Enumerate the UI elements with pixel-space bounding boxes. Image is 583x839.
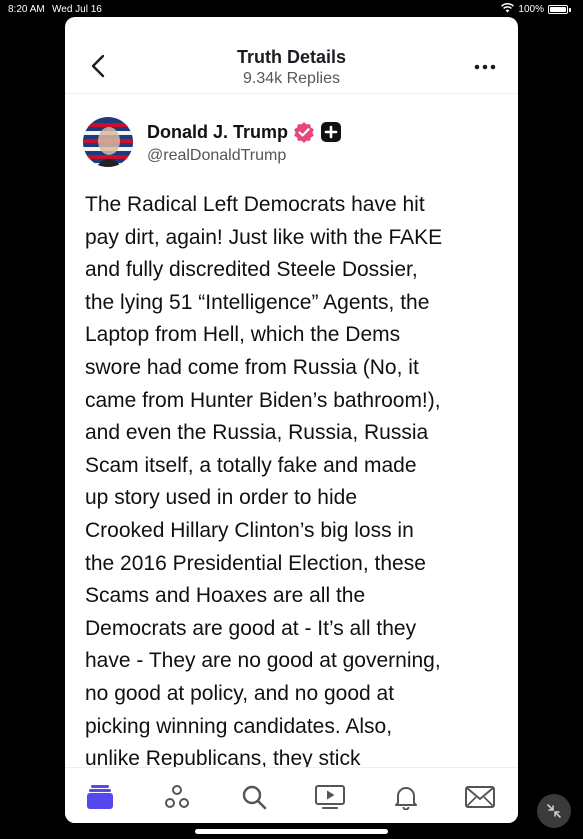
- notifications-icon: [395, 787, 417, 810]
- post-line: and even the Russia, Russia, Russia: [85, 421, 429, 445]
- header-divider: [65, 93, 518, 94]
- bottom-tab-bar: [65, 767, 518, 823]
- plus-badge-icon: [321, 122, 342, 142]
- battery-icon: [548, 5, 568, 14]
- post-line: Laptop from Hell, which the Dems: [85, 323, 401, 347]
- battery-tip: [569, 7, 571, 12]
- page-title: Truth Details: [236, 47, 347, 67]
- post-line: picking winning candidates. Also,: [85, 714, 393, 738]
- reply-count: 9.34k Replies: [243, 70, 340, 87]
- post-line: no good at policy, and no good at: [85, 681, 395, 705]
- battery-percent: 100%: [518, 4, 544, 15]
- tab-messages[interactable]: [465, 782, 495, 812]
- messages-icon: [465, 786, 495, 808]
- post-line: came from Hunter Biden’s bathroom!),: [85, 388, 441, 412]
- status-date: Wed Jul 16: [52, 4, 102, 15]
- tab-search[interactable]: [239, 782, 269, 812]
- status-time: 8:20 AM: [8, 4, 45, 15]
- search-icon: [242, 785, 267, 810]
- author-name[interactable]: Donald J. Trump: [147, 121, 342, 143]
- post-line: the lying 51 “Intelligence” Agents, the: [85, 290, 430, 314]
- tab-video[interactable]: [315, 782, 345, 812]
- post-line: Democrats are good at - It’s all they: [85, 616, 417, 640]
- status-bar: 8:20 AM Wed Jul 16 100%: [0, 0, 583, 18]
- post-line: the 2016 Presidential Election, these: [85, 551, 426, 575]
- post-body: The Radical Left Democrats have hit pay …: [85, 189, 510, 776]
- home-indicator[interactable]: [195, 829, 388, 834]
- more-options-button[interactable]: [470, 55, 500, 79]
- post-line: pay dirt, again! Just like with the FAKE: [85, 225, 443, 249]
- post-line: swore had come from Russia (No, it: [85, 355, 419, 379]
- more-icon: [474, 64, 496, 70]
- minimize-button[interactable]: [537, 794, 571, 828]
- avatar[interactable]: [83, 117, 133, 167]
- tab-feed[interactable]: [85, 782, 115, 812]
- truth-details-sheet: Truth Details 9.34k Replies Donald J. Tr…: [65, 17, 518, 823]
- post-line: Scam itself, a totally fake and made: [85, 453, 417, 477]
- tab-groups[interactable]: [162, 782, 192, 812]
- post-line: The Radical Left Democrats have hit: [85, 193, 425, 216]
- post-line: up story used in order to hide: [85, 486, 357, 510]
- status-right: 100%: [501, 3, 571, 16]
- post-line: have - They are no good at governing,: [85, 649, 441, 673]
- minimize-arrows-icon: [547, 804, 561, 818]
- verified-badge-icon: [294, 122, 314, 143]
- header: Truth Details 9.34k Replies: [65, 17, 518, 95]
- post-line: Scams and Hoaxes are all the: [85, 584, 366, 608]
- author-name-text: Donald J. Trump: [147, 121, 289, 142]
- feed-icon: [87, 785, 113, 809]
- author-handle[interactable]: @realDonaldTrump: [147, 147, 286, 165]
- post-line: and fully discredited Steele Dossier,: [85, 258, 418, 282]
- groups-icon: [165, 785, 189, 808]
- wifi-icon: [501, 3, 515, 16]
- post-line: Crooked Hillary Clinton’s big loss in: [85, 518, 414, 542]
- video-icon: [315, 785, 345, 809]
- tab-notifications[interactable]: [391, 782, 421, 812]
